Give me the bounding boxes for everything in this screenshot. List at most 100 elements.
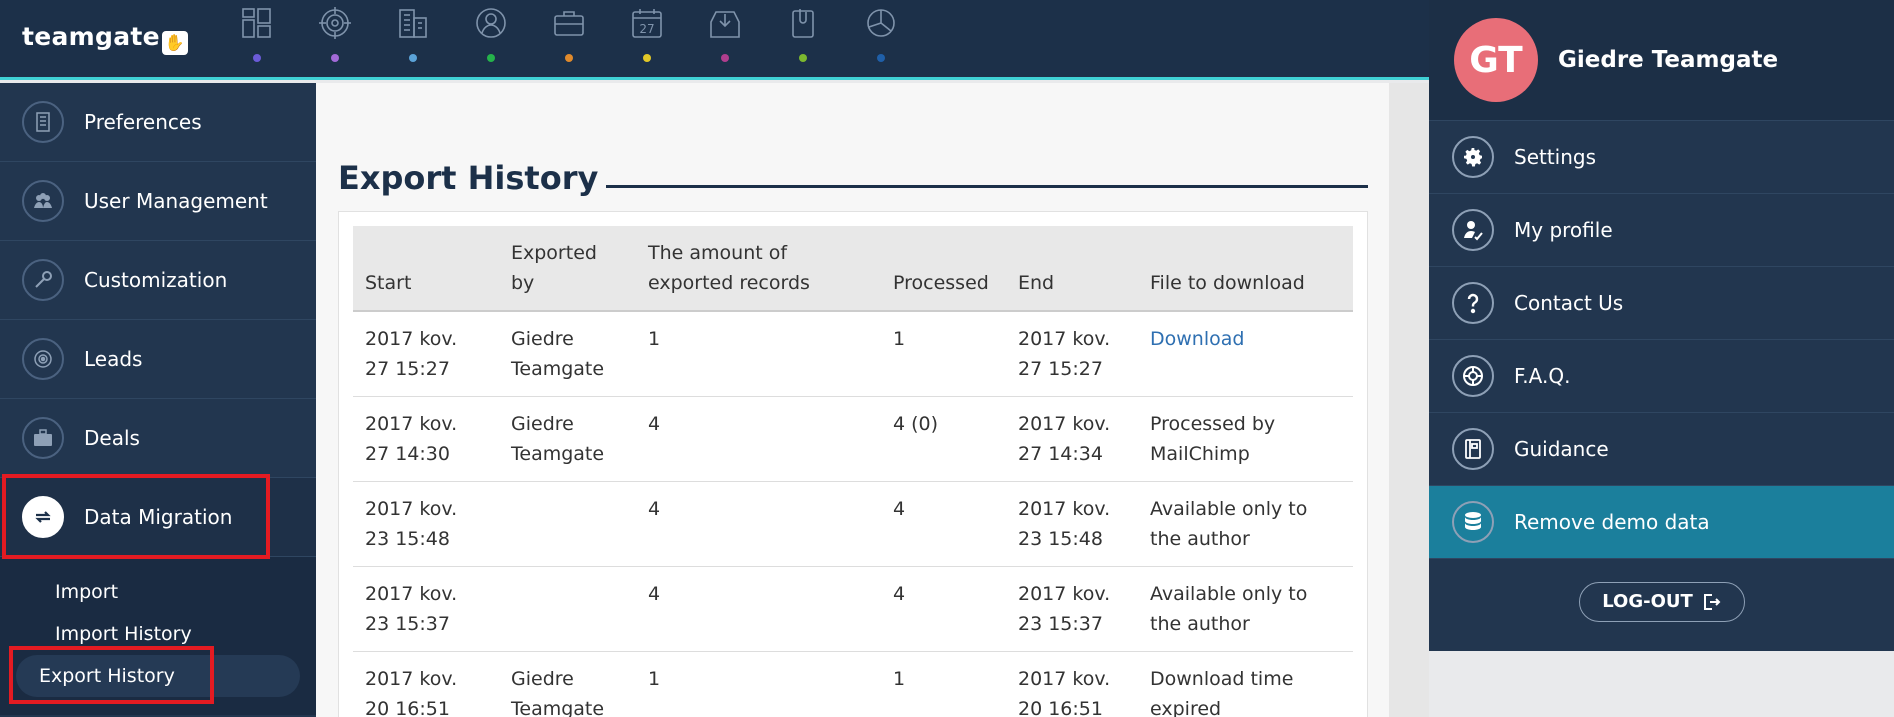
logo-text: teamgate <box>22 22 160 51</box>
sync-icon <box>22 496 64 538</box>
cell-file: Download time expired <box>1138 651 1353 717</box>
table-row: 2017 kov. 23 15:48 4 4 2017 kov. 23 15:4… <box>353 481 1353 567</box>
cell-processed: 1 <box>881 651 1006 717</box>
column-header-exported-by[interactable]: Exported by <box>499 226 636 312</box>
sidebar-item-data-migration[interactable]: Data Migration <box>0 478 316 557</box>
main-nav: 27 <box>218 6 920 66</box>
lifebuoy-icon <box>1452 355 1494 397</box>
table-row: 2017 kov. 20 16:51 Giedre Teamgate 1 1 2… <box>353 651 1353 717</box>
nav-calendar[interactable]: 27 <box>608 6 686 66</box>
menu-item-label: Guidance <box>1514 437 1609 461</box>
cell-processed: 4 <box>881 566 1006 652</box>
main-content: Export History Start Exported by The amo… <box>316 83 1389 717</box>
logout-label: LOG-OUT <box>1602 591 1693 612</box>
cell-processed: 1 <box>881 311 1006 397</box>
sidebar-item-user-management[interactable]: User Management <box>0 162 316 241</box>
attachment-icon <box>792 9 814 38</box>
contacts-icon <box>476 8 506 38</box>
question-icon <box>1452 282 1494 324</box>
user-profile-icon <box>1452 209 1494 251</box>
logout-button[interactable]: LOG-OUT <box>1578 581 1745 622</box>
calendar-icon: 27 <box>632 9 662 38</box>
cell-start: 2017 kov. 23 15:37 <box>353 566 499 652</box>
sidebar-item-deals[interactable]: Deals <box>0 399 316 478</box>
cell-end: 2017 kov. 23 15:37 <box>1006 566 1138 652</box>
cell-file: Download <box>1138 311 1353 397</box>
nav-dashboard[interactable] <box>218 6 296 66</box>
column-header-file[interactable]: File to download <box>1138 226 1353 312</box>
column-header-amount[interactable]: The amount of exported records <box>636 226 881 312</box>
nav-dot <box>253 54 261 62</box>
nav-inbox[interactable] <box>686 6 764 66</box>
target-icon <box>319 7 351 39</box>
table-row: 2017 kov. 27 14:30 Giedre Teamgate 4 4 (… <box>353 396 1353 482</box>
sidebar-item-label: Leads <box>84 347 143 371</box>
menu-item-settings[interactable]: Settings <box>1429 120 1894 193</box>
column-header-end[interactable]: End <box>1006 226 1138 312</box>
cell-exported-by: Giedre Teamgate <box>499 651 636 717</box>
menu-item-my-profile[interactable]: My profile <box>1429 193 1894 266</box>
nav-dot <box>643 54 651 62</box>
export-history-table: Start Exported by The amount of exported… <box>353 226 1353 717</box>
cell-file: Processed by MailChimp <box>1138 396 1353 482</box>
nav-reports[interactable] <box>842 6 920 66</box>
sidebar-item-label: User Management <box>84 189 268 213</box>
nav-leads[interactable] <box>296 6 374 66</box>
nav-dot <box>799 54 807 62</box>
nav-dot <box>721 54 729 62</box>
menu-item-remove-demo-data[interactable]: Remove demo data <box>1429 485 1894 558</box>
subnav-import-history[interactable]: Import History <box>16 613 300 655</box>
menu-item-guidance[interactable]: Guidance <box>1429 412 1894 485</box>
data-migration-subnav: Import Import History Export History <box>0 557 316 715</box>
cell-exported-by <box>499 481 636 567</box>
sidebar-item-customization[interactable]: Customization <box>0 241 316 320</box>
cell-end: 2017 kov. 27 14:34 <box>1006 396 1138 482</box>
cell-processed: 4 <box>881 481 1006 567</box>
cell-exported-by: Giedre Teamgate <box>499 311 636 397</box>
cell-processed: 4 (0) <box>881 396 1006 482</box>
subnav-export-history[interactable]: Export History <box>16 655 300 697</box>
svg-text:27: 27 <box>639 22 654 36</box>
cell-end: 2017 kov. 20 16:51 <box>1006 651 1138 717</box>
hand-logo-icon: ✋ <box>161 31 188 55</box>
nav-dot <box>487 54 495 62</box>
sidebar-item-label: Data Migration <box>84 505 233 529</box>
teamgate-logo[interactable]: teamgate ✋ <box>22 22 188 55</box>
column-header-start[interactable]: Start <box>353 226 499 312</box>
cell-amount: 1 <box>636 311 881 397</box>
table-row: 2017 kov. 27 15:27 Giedre Teamgate 1 1 2… <box>353 311 1353 397</box>
cell-amount: 4 <box>636 481 881 567</box>
reports-pie-icon <box>867 9 895 37</box>
avatar[interactable]: GT <box>1454 18 1538 102</box>
cell-file: Available only to the author <box>1138 566 1353 652</box>
page-title: Export History <box>338 159 607 197</box>
gear-icon <box>1452 136 1494 178</box>
menu-item-label: My profile <box>1514 218 1613 242</box>
sidebar-item-label: Deals <box>84 426 140 450</box>
cell-start: 2017 kov. 27 14:30 <box>353 396 499 482</box>
menu-item-contact-us[interactable]: Contact Us <box>1429 266 1894 339</box>
nav-dot <box>565 54 573 62</box>
logout-icon <box>1703 593 1721 610</box>
buildings-icon <box>399 9 427 38</box>
cell-start: 2017 kov. 27 15:27 <box>353 311 499 397</box>
menu-item-faq[interactable]: F.A.Q. <box>1429 339 1894 412</box>
nav-companies[interactable] <box>374 6 452 66</box>
cell-end: 2017 kov. 27 15:27 <box>1006 311 1138 397</box>
nav-contacts[interactable] <box>452 6 530 66</box>
cell-exported-by <box>499 566 636 652</box>
database-icon <box>1452 501 1494 543</box>
sidebar-item-leads[interactable]: Leads <box>0 320 316 399</box>
subnav-import[interactable]: Import <box>16 571 300 613</box>
nav-files[interactable] <box>764 6 842 66</box>
guide-book-icon <box>1452 428 1494 470</box>
nav-dot <box>331 54 339 62</box>
menu-item-label: Contact Us <box>1514 291 1624 315</box>
profile-dropdown-panel: GT Giedre Teamgate Settings My profile C… <box>1429 0 1894 651</box>
download-link[interactable]: Download <box>1150 328 1244 350</box>
column-header-processed[interactable]: Processed <box>881 226 1006 312</box>
settings-sidebar: Preferences User Management Customizatio… <box>0 83 316 717</box>
nav-deals[interactable] <box>530 6 608 66</box>
cell-exported-by: Giedre Teamgate <box>499 396 636 482</box>
sidebar-item-preferences[interactable]: Preferences <box>0 83 316 162</box>
